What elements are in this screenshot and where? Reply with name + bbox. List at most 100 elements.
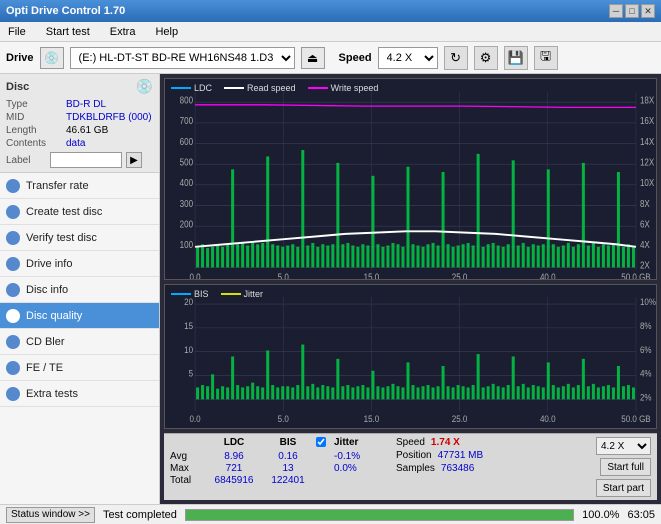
sidebar-item-create-test-disc[interactable]: Create test disc xyxy=(0,199,159,225)
svg-text:5: 5 xyxy=(189,368,194,379)
speed-select-stat[interactable]: 4.2 X xyxy=(596,437,651,455)
settings-button[interactable]: ⚙ xyxy=(474,46,498,70)
main-layout: Disc 💿 Type BD-R DL MID TDKBLDRFB (000) … xyxy=(0,74,661,504)
maximize-button[interactable]: □ xyxy=(625,4,639,18)
sidebar-item-cd-bler[interactable]: CD Bler xyxy=(0,329,159,355)
stats-header-empty xyxy=(170,437,206,450)
sidebar-item-disc-quality[interactable]: Disc quality xyxy=(0,303,159,329)
minimize-button[interactable]: ─ xyxy=(609,4,623,18)
start-part-button[interactable]: Start part xyxy=(596,479,651,497)
sidebar-item-drive-info[interactable]: Drive info xyxy=(0,251,159,277)
write-speed-label: Write speed xyxy=(331,83,379,93)
type-value: BD-R DL xyxy=(66,99,106,110)
type-label: Type xyxy=(6,99,66,110)
nav-items: Transfer rate Create test disc Verify te… xyxy=(0,173,159,504)
menu-help[interactable]: Help xyxy=(151,24,182,40)
svg-text:200: 200 xyxy=(180,219,193,230)
drive-icon-btn[interactable]: 💿 xyxy=(40,47,64,69)
status-percent: 100.0% xyxy=(582,509,619,521)
legend-ldc: LDC xyxy=(171,83,212,93)
mid-value: TDKBLDRFB (000) xyxy=(66,112,152,123)
bis-color xyxy=(171,293,191,295)
create-test-disc-icon xyxy=(6,205,20,219)
length-label: Length xyxy=(6,125,66,136)
legend-read-speed: Read speed xyxy=(224,83,296,93)
save-button[interactable]: 🖫 xyxy=(534,46,558,70)
disc-quality-chart: LDC Read speed Write speed xyxy=(164,78,657,280)
max-ldc: 721 xyxy=(208,463,260,474)
close-button[interactable]: ✕ xyxy=(641,4,655,18)
read-speed-label: Read speed xyxy=(247,83,296,93)
label-input[interactable] xyxy=(50,152,122,168)
legend-jitter: Jitter xyxy=(221,289,264,299)
menu-extra[interactable]: Extra xyxy=(106,24,140,40)
start-full-button[interactable]: Start full xyxy=(600,458,651,476)
contents-value: data xyxy=(66,138,85,149)
jitter-label: Jitter xyxy=(244,289,264,299)
speed-label-stat: Speed xyxy=(396,437,425,448)
svg-text:700: 700 xyxy=(180,115,193,126)
disc-quality-svg: 800 700 600 500 400 300 200 100 18X 16X … xyxy=(165,79,656,279)
menu-file[interactable]: File xyxy=(4,24,30,40)
bis-svg: 20 15 10 5 10% 8% 6% 4% 2% 0.0 5.0 15.0 … xyxy=(165,285,656,428)
svg-text:14X: 14X xyxy=(640,136,654,147)
total-empty xyxy=(316,475,332,486)
svg-text:4X: 4X xyxy=(640,239,650,250)
progress-bar-container xyxy=(185,509,574,521)
svg-text:12X: 12X xyxy=(640,157,654,168)
sidebar-label-disc-info: Disc info xyxy=(26,284,68,296)
sidebar-label-drive-info: Drive info xyxy=(26,258,72,270)
eject-button[interactable]: ⏏ xyxy=(301,47,325,69)
label-go-button[interactable]: ▶ xyxy=(126,152,142,168)
svg-text:800: 800 xyxy=(180,95,193,106)
svg-text:0.0: 0.0 xyxy=(189,413,200,424)
avg-label: Avg xyxy=(170,451,206,462)
bis-label: BIS xyxy=(194,289,209,299)
write-speed-color xyxy=(308,87,328,89)
progress-bar-fill xyxy=(186,510,573,520)
sidebar-item-fe-te[interactable]: FE / TE xyxy=(0,355,159,381)
sidebar-item-disc-info[interactable]: Disc info xyxy=(0,277,159,303)
speed-label: Speed xyxy=(339,52,372,64)
speed-position-section: Speed 1.74 X Position 47731 MB Samples 7… xyxy=(396,437,483,474)
svg-text:10: 10 xyxy=(184,344,193,355)
svg-text:400: 400 xyxy=(180,177,193,188)
cd-bler-icon xyxy=(6,335,20,349)
max-empty xyxy=(316,463,332,474)
contents-label: Contents xyxy=(6,138,66,149)
stats-col-jitter: Jitter xyxy=(334,437,386,450)
svg-text:8X: 8X xyxy=(640,198,650,209)
menu-start-test[interactable]: Start test xyxy=(42,24,94,40)
mid-label: MID xyxy=(6,112,66,123)
sidebar-item-verify-test-disc[interactable]: Verify test disc xyxy=(0,225,159,251)
svg-text:16X: 16X xyxy=(640,115,654,126)
position-row: Position 47731 MB xyxy=(396,450,483,461)
app-title: Opti Drive Control 1.70 xyxy=(6,5,125,17)
speed-value: 1.74 X xyxy=(431,437,460,448)
drive-select[interactable]: (E:) HL-DT-ST BD-RE WH16NS48 1.D3 xyxy=(70,47,295,69)
disc-mid-row: MID TDKBLDRFB (000) xyxy=(6,112,153,123)
svg-text:500: 500 xyxy=(180,157,193,168)
refresh-button[interactable]: ↻ xyxy=(444,46,468,70)
sidebar-label-cd-bler: CD Bler xyxy=(26,336,65,348)
title-bar: Opti Drive Control 1.70 ─ □ ✕ xyxy=(0,0,661,22)
svg-text:0.0: 0.0 xyxy=(189,271,200,279)
speed-select[interactable]: 4.2 X xyxy=(378,47,438,69)
jitter-checkbox[interactable] xyxy=(316,437,326,447)
svg-text:5.0: 5.0 xyxy=(278,413,289,424)
disc-quality-icon xyxy=(6,309,20,323)
avg-empty xyxy=(316,451,332,462)
svg-text:18X: 18X xyxy=(640,95,654,106)
position-value: 47731 MB xyxy=(438,450,484,461)
ldc-label: LDC xyxy=(194,83,212,93)
svg-text:300: 300 xyxy=(180,198,193,209)
status-window-button[interactable]: Status window >> xyxy=(6,507,95,523)
sidebar-item-transfer-rate[interactable]: Transfer rate xyxy=(0,173,159,199)
svg-text:8%: 8% xyxy=(640,320,652,331)
sidebar-item-extra-tests[interactable]: Extra tests xyxy=(0,381,159,407)
speed-select-row: 4.2 X xyxy=(596,437,651,455)
svg-text:2X: 2X xyxy=(640,260,650,271)
disc-button[interactable]: 💾 xyxy=(504,46,528,70)
transfer-rate-icon xyxy=(6,179,20,193)
position-label: Position xyxy=(396,450,432,461)
